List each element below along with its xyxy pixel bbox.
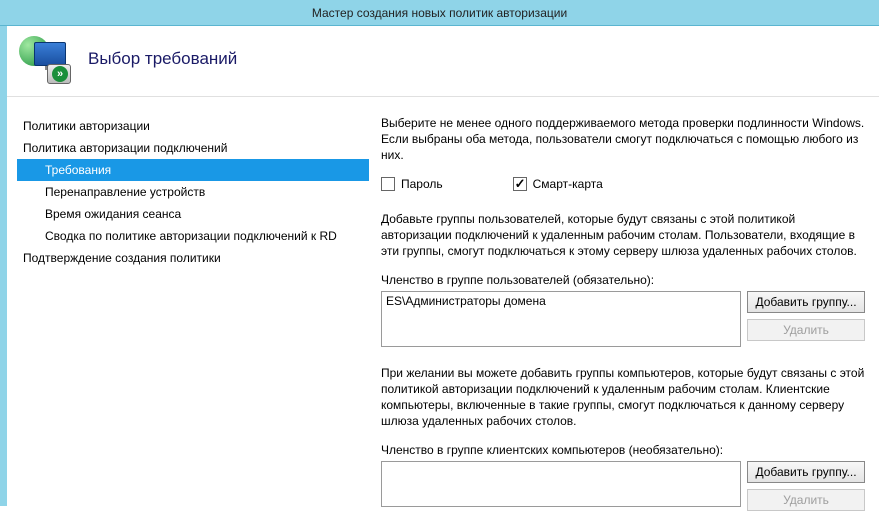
users-group-row: ES\Администраторы домена Добавить группу… xyxy=(381,291,865,347)
computers-group-row: Добавить группу... Удалить xyxy=(381,461,865,511)
users-section-label: Членство в группе пользователей (обязате… xyxy=(381,273,865,287)
computers-add-group-button[interactable]: Добавить группу... xyxy=(747,461,865,483)
nav-item-4[interactable]: Время ожидания сеанса xyxy=(17,203,369,225)
window-titlebar: Мастер создания новых политик авторизаци… xyxy=(0,0,879,26)
nav-item-2[interactable]: Требования xyxy=(17,159,369,181)
auth-methods-row: Пароль Смарт-карта xyxy=(381,177,865,191)
password-checkbox[interactable]: Пароль xyxy=(381,177,443,191)
nav-item-5[interactable]: Сводка по политике авторизации подключен… xyxy=(17,225,369,247)
wizard-content: Выбор требований Политики авторизацииПол… xyxy=(7,26,879,506)
nav-item-0[interactable]: Политики авторизации xyxy=(17,115,369,137)
users-instruction: Добавьте группы пользователей, которые б… xyxy=(381,211,865,259)
password-checkbox-box xyxy=(381,177,395,191)
auth-instruction: Выберите не менее одного поддерживаемого… xyxy=(381,115,865,163)
computers-button-column: Добавить группу... Удалить xyxy=(747,461,865,511)
computers-remove-button: Удалить xyxy=(747,489,865,511)
wizard-body: Политики авторизацииПолитика авторизации… xyxy=(7,97,879,507)
computers-instruction: При желании вы можете добавить группы ко… xyxy=(381,365,865,429)
users-add-group-button[interactable]: Добавить группу... xyxy=(747,291,865,313)
users-group-listbox[interactable]: ES\Администраторы домена xyxy=(381,291,741,347)
nav-item-6[interactable]: Подтверждение создания политики xyxy=(17,247,369,269)
wizard-icon xyxy=(19,36,74,82)
wizard-nav: Политики авторизацииПолитика авторизации… xyxy=(7,97,377,507)
smartcard-checkbox-label: Смарт-карта xyxy=(533,177,603,191)
smartcard-checkbox[interactable]: Смарт-карта xyxy=(513,177,603,191)
users-remove-button: Удалить xyxy=(747,319,865,341)
nav-item-1[interactable]: Политика авторизации подключений xyxy=(17,137,369,159)
wizard-header: Выбор требований xyxy=(7,26,879,97)
nav-item-3[interactable]: Перенаправление устройств xyxy=(17,181,369,203)
page-title: Выбор требований xyxy=(88,49,237,69)
users-button-column: Добавить группу... Удалить xyxy=(747,291,865,341)
computers-group-listbox[interactable] xyxy=(381,461,741,507)
wizard-main: Выберите не менее одного поддерживаемого… xyxy=(377,97,879,507)
window-left-accent xyxy=(0,26,7,506)
computers-section-label: Членство в группе клиентских компьютеров… xyxy=(381,443,865,457)
password-checkbox-label: Пароль xyxy=(401,177,443,191)
window-title: Мастер создания новых политик авторизаци… xyxy=(312,6,567,20)
smartcard-checkbox-box xyxy=(513,177,527,191)
